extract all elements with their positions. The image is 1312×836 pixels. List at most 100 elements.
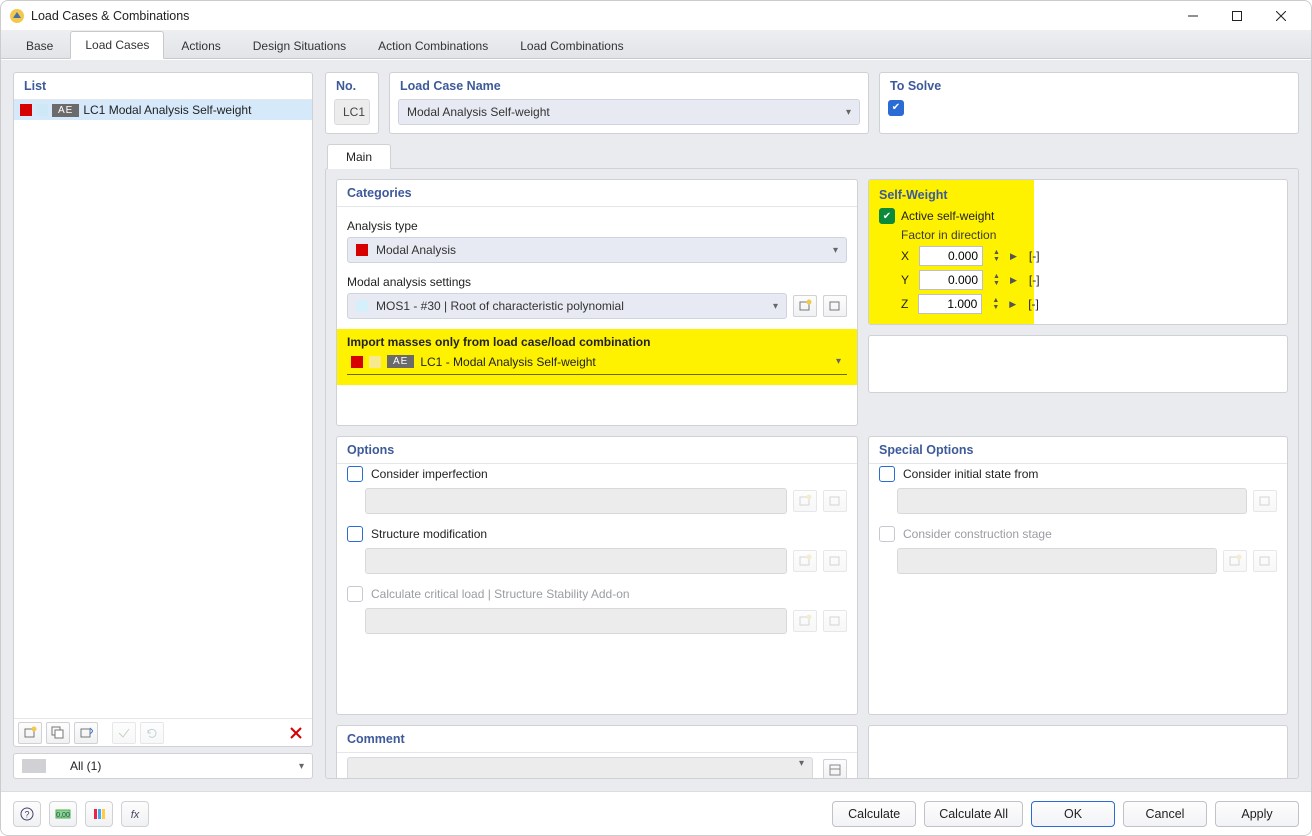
imperfection-new-button	[793, 490, 817, 512]
structure-modification-field	[365, 548, 787, 574]
play-icon[interactable]: ▶	[1010, 251, 1017, 262]
categories-panel: Categories Analysis type Modal Analysis …	[336, 179, 858, 426]
play-icon[interactable]: ▶	[1009, 299, 1016, 310]
comment-library-button[interactable]	[823, 759, 847, 779]
consider-imperfection-checkbox[interactable]: ✔	[347, 466, 363, 482]
ma-settings-label: Modal analysis settings	[347, 275, 847, 289]
ma-settings-edit-button[interactable]	[823, 295, 847, 317]
import-masses-dropdown[interactable]: AE LC1 - Modal Analysis Self-weight ▾	[347, 349, 847, 375]
analysis-type-dropdown[interactable]: Modal Analysis ▾	[347, 237, 847, 263]
delete-item-button[interactable]	[284, 722, 308, 744]
special-options-title: Special Options	[869, 437, 1287, 464]
list-filter-dropdown[interactable]: All (1) ▾	[13, 753, 313, 779]
sub-tab-main[interactable]: Main	[327, 144, 391, 169]
tab-load-cases[interactable]: Load Cases	[70, 31, 164, 59]
self-weight-title: Self-Weight	[879, 188, 1024, 202]
units-button[interactable]: 0,00	[49, 801, 77, 827]
import-masses-label: Import masses only from load case/load c…	[347, 335, 847, 349]
ma-settings-dropdown[interactable]: MOS1 - #30 | Root of characteristic poly…	[347, 293, 787, 319]
color-swatch-icon	[351, 356, 363, 368]
formula-button[interactable]: fx	[121, 801, 149, 827]
ok-button[interactable]: OK	[1031, 801, 1115, 827]
tab-load-combinations[interactable]: Load Combinations	[505, 32, 638, 59]
new-item-button[interactable]	[18, 722, 42, 744]
calculate-all-button[interactable]: Calculate All	[924, 801, 1023, 827]
chevron-down-icon: ▾	[773, 301, 778, 312]
svg-text:fx: fx	[131, 809, 140, 821]
critical-load-checkbox: ✔	[347, 586, 363, 602]
chevron-down-icon: ▾	[833, 245, 838, 256]
ae-badge: AE	[387, 355, 414, 368]
factor-x-stepper[interactable]: ▲▼	[993, 249, 1000, 263]
load-case-name-dropdown[interactable]: Modal Analysis Self-weight ▾	[398, 99, 860, 125]
self-weight-panel: Self-Weight ✔ Active self-weight Factor …	[868, 179, 1288, 325]
app-icon	[9, 8, 25, 24]
maximize-button[interactable]	[1215, 2, 1259, 30]
dialog-window: Load Cases & Combinations Base Load Case…	[0, 0, 1312, 836]
ma-settings-value: MOS1 - #30 | Root of characteristic poly…	[376, 299, 624, 313]
to-solve-checkbox[interactable]: ✔	[888, 100, 904, 116]
to-solve-field: To Solve ✔	[879, 72, 1299, 134]
color-scale-button[interactable]	[85, 801, 113, 827]
ma-settings-new-button[interactable]	[793, 295, 817, 317]
tab-base[interactable]: Base	[11, 32, 68, 59]
main-tabstrip: Base Load Cases Actions Design Situation…	[1, 31, 1311, 59]
factor-z-input[interactable]	[918, 294, 982, 314]
analysis-type-label: Analysis type	[347, 219, 847, 233]
factor-y-input[interactable]	[919, 270, 983, 290]
color-swatch-icon	[20, 104, 32, 116]
dialog-footer: ? 0,00 fx Calculate Calculate All OK Can…	[1, 791, 1311, 835]
comment-panel: Comment ▾	[336, 725, 858, 779]
options-title: Options	[337, 437, 857, 464]
list-body[interactable]: AE LC1 Modal Analysis Self-weight	[14, 100, 312, 718]
close-button[interactable]	[1259, 2, 1303, 30]
minimize-button[interactable]	[1171, 2, 1215, 30]
copy-item-button[interactable]	[46, 722, 70, 744]
factor-x-input[interactable]	[919, 246, 983, 266]
calculate-button[interactable]: Calculate	[832, 801, 916, 827]
help-button[interactable]: ?	[13, 801, 41, 827]
factor-y-stepper[interactable]: ▲▼	[993, 273, 1000, 287]
right-column: No. LC1 Load Case Name Modal Analysis Se…	[325, 72, 1299, 779]
comment-title: Comment	[337, 726, 857, 753]
play-icon[interactable]: ▶	[1010, 275, 1017, 286]
load-case-name-field: Load Case Name Modal Analysis Self-weigh…	[389, 72, 869, 134]
initial-state-checkbox[interactable]: ✔	[879, 466, 895, 482]
initial-state-field	[897, 488, 1247, 514]
tab-actions[interactable]: Actions	[166, 32, 235, 59]
insert-item-button[interactable]	[74, 722, 98, 744]
list-item[interactable]: AE LC1 Modal Analysis Self-weight	[14, 100, 312, 120]
structure-modification-checkbox[interactable]: ✔	[347, 526, 363, 542]
structure-modification-new-button	[793, 550, 817, 572]
blank-panel-bottom	[868, 725, 1288, 779]
construction-stage-field	[897, 548, 1217, 574]
imperfection-field	[365, 488, 787, 514]
ae-badge: AE	[52, 104, 79, 117]
critical-load-field	[365, 608, 787, 634]
list-item-label: LC1 Modal Analysis Self-weight	[83, 103, 251, 117]
factor-z-unit: [-]	[1028, 297, 1039, 311]
cancel-button[interactable]: Cancel	[1123, 801, 1207, 827]
construction-stage-checkbox: ✔	[879, 526, 895, 542]
factor-y-label: Y	[901, 273, 909, 287]
window-title: Load Cases & Combinations	[31, 9, 1171, 23]
initial-state-edit-button	[1253, 490, 1277, 512]
comment-dropdown[interactable]: ▾	[347, 757, 813, 779]
filter-swatch-icon	[22, 759, 46, 773]
active-self-weight-checkbox[interactable]: ✔	[879, 208, 895, 224]
apply-button[interactable]: Apply	[1215, 801, 1299, 827]
initial-state-label: Consider initial state from	[903, 467, 1038, 481]
tab-action-combinations[interactable]: Action Combinations	[363, 32, 503, 59]
tab-design-situations[interactable]: Design Situations	[238, 32, 361, 59]
import-masses-block: Import masses only from load case/load c…	[337, 329, 857, 385]
color-swatch-icon	[356, 300, 368, 312]
chevron-down-icon: ▾	[836, 356, 841, 367]
construction-stage-new-button	[1223, 550, 1247, 572]
structure-modification-edit-button	[823, 550, 847, 572]
sub-tabstrip: Main	[325, 144, 1299, 169]
name-title: Load Case Name	[390, 73, 868, 95]
imperfection-edit-button	[823, 490, 847, 512]
factor-x-unit: [-]	[1029, 249, 1040, 263]
filter-label: All (1)	[70, 759, 101, 773]
factor-z-stepper[interactable]: ▲▼	[992, 297, 999, 311]
